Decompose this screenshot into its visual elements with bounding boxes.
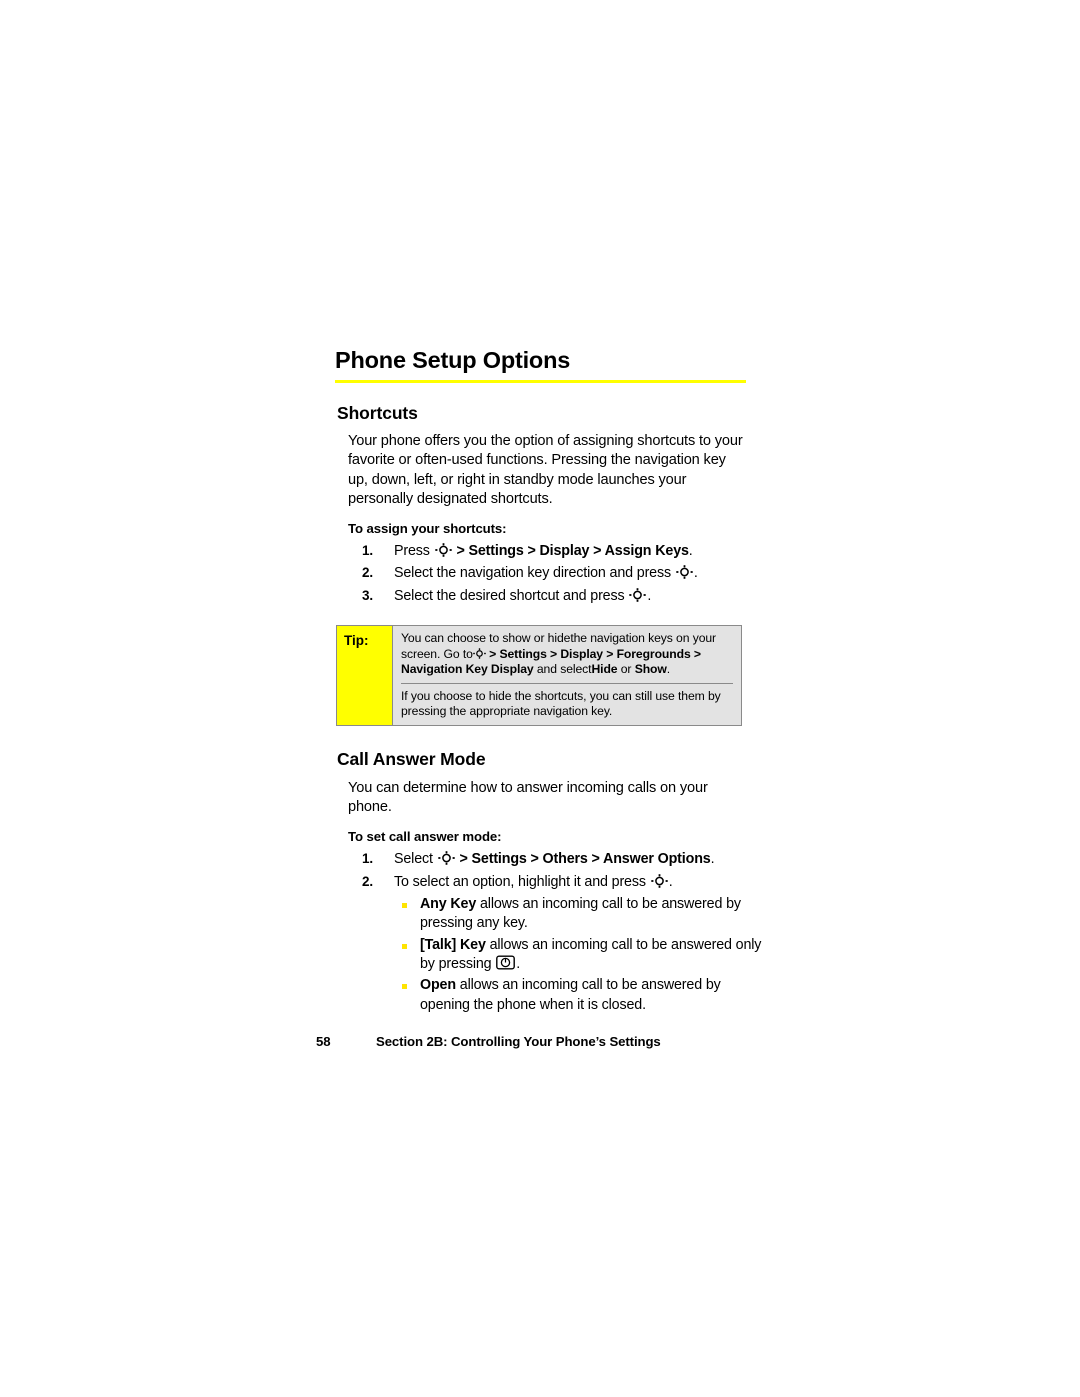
square-bullet-icon: [402, 943, 407, 949]
step-text-tail: .: [647, 587, 652, 604]
bullet-text-tail: .: [516, 955, 521, 972]
tip-paragraph-primary: You can choose to show or hidethe naviga…: [401, 631, 733, 677]
bullet-term: [Talk] Key: [420, 936, 486, 953]
section-heading-shortcuts: Shortcuts: [337, 402, 418, 423]
answer-option-bullet-list: Any Key allows an incoming call to be an…: [394, 895, 761, 1015]
bullet-term: Any Key: [420, 896, 477, 913]
step-bold-path: > Settings > Display > Assign Keys: [452, 542, 689, 559]
step-text-tail: .: [693, 565, 698, 582]
navigation-key-icon: [434, 543, 452, 557]
page-number: 58: [316, 1034, 331, 1049]
tip-divider: [401, 682, 733, 684]
step-text: To select an option, highlight it and pr…: [394, 873, 650, 890]
bullet-term: Open: [420, 977, 456, 994]
section-paragraph-shortcuts: Your phone offers you the option of assi…: [348, 433, 743, 507]
tip-bold-show: Show: [634, 662, 667, 677]
title-underline-rule: [335, 379, 746, 383]
page-content: Phone Setup Options Shortcuts Your phone…: [335, 347, 761, 1015]
list-item: Open allows an incoming call to be answe…: [394, 976, 770, 1015]
step-item: 1. Select > Settings > Others > Answer Op…: [348, 848, 747, 871]
bullet-text: allows an incoming call to be answered b…: [420, 977, 721, 1013]
step-number: 3.: [362, 587, 373, 603]
page-title: Phone Setup Options: [335, 347, 571, 373]
navigation-key-icon: [629, 588, 647, 602]
tip-paragraph-secondary: If you choose to hide the shortcuts, you…: [401, 688, 721, 719]
lead-in-assign-shortcuts: To assign your shortcuts:: [348, 520, 507, 536]
document-page: Phone Setup Options Shortcuts Your phone…: [0, 0, 1080, 1397]
step-text: Select: [394, 851, 437, 868]
navigation-key-icon: [473, 648, 486, 659]
tip-text-d: and select: [533, 662, 592, 677]
tip-text-a: You can choose to show or hide: [401, 631, 571, 646]
section-heading-call-answer-mode: Call Answer Mode: [337, 749, 486, 770]
tip-text-f: or: [617, 662, 635, 677]
list-item: Any Key allows an incoming call to be an…: [394, 895, 770, 934]
tip-label: Tip:: [344, 633, 369, 649]
step-item: 1. Press > Settings > Display > Assign Ke…: [348, 540, 747, 563]
tip-label-cell: Tip:: [337, 626, 393, 726]
navigation-key-icon: [676, 565, 693, 580]
talk-key-icon: [496, 955, 516, 970]
step-list-call-answer-mode: 1. Select > Settings > Others > Answer Op…: [348, 848, 761, 1015]
step-text: Select the desired shortcut and press: [394, 587, 629, 604]
step-number: 1.: [362, 851, 373, 867]
step-bold-path: > Settings > Others > Answer Options: [455, 851, 711, 868]
step-text-tail: .: [688, 542, 693, 559]
section-paragraph-call-answer-mode: You can determine how to answer incoming…: [348, 779, 708, 815]
tip-body: You can choose to show or hidethe naviga…: [393, 626, 741, 725]
step-item: 3. Select the desired shortcut and press …: [348, 585, 747, 608]
tip-callout-box: Tip: You can choose to show or hidethe n…: [336, 625, 742, 727]
navigation-key-icon: [650, 873, 668, 888]
step-text-tail: .: [710, 851, 715, 868]
step-number: 1.: [362, 542, 373, 558]
page-footer: 58 Section 2B: Controlling Your Phone’s S…: [316, 1034, 776, 1049]
step-list-shortcuts: 1. Press > Settings > Display > Assign Ke…: [348, 540, 747, 608]
step-number: 2.: [362, 565, 373, 581]
step-item: 2. To select an option, highlight it and …: [348, 871, 761, 1015]
step-text: Select the navigation key direction and …: [394, 565, 675, 582]
navigation-key-icon: [437, 851, 455, 865]
lead-in-set-call-answer-mode: To set call answer mode:: [348, 829, 502, 845]
square-bullet-icon: [402, 903, 407, 909]
tip-text-h: .: [666, 662, 671, 677]
square-bullet-icon: [402, 984, 407, 990]
tip-bold-hide: Hide: [591, 662, 618, 677]
step-item: 2. Select the navigation key direction an…: [348, 562, 747, 585]
step-text-tail: .: [668, 873, 673, 890]
list-item: [Talk] Key allows an incoming call to be…: [394, 936, 770, 975]
step-number: 2.: [362, 873, 373, 889]
footer-section-label: Section 2B: Controlling Your Phone’s Set…: [376, 1034, 661, 1049]
step-text: Press: [394, 542, 434, 559]
